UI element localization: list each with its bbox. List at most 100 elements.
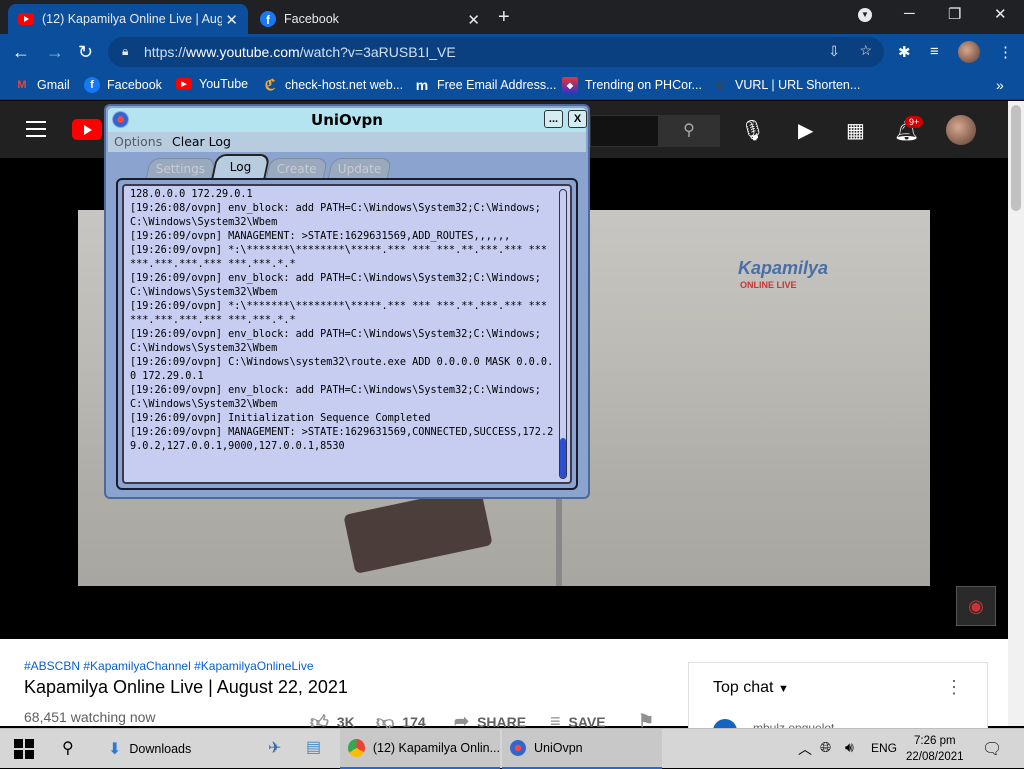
log-panel: 128.0.0.0 172.29.0.1 [19:26:08/ovpn] env… <box>116 178 578 490</box>
chevron-down-icon: ▼ <box>777 683 789 695</box>
log-scrollbar[interactable] <box>559 189 567 479</box>
url-scheme: https:// <box>144 44 187 60</box>
tab-title: (12) Kapamilya Online Live | Augu <box>42 12 222 26</box>
bookmark-gmail[interactable]: M Gmail <box>14 77 69 93</box>
uniovpn-tabs: Settings Log Create Update <box>108 152 586 178</box>
chat-mode-dropdown[interactable]: Top chat ▼ <box>713 679 789 697</box>
live-chat: Top chat ▼ ⋮ mbulz enquelot <box>688 662 988 743</box>
bookmark-youtube[interactable]: ▶ YouTube <box>176 77 248 91</box>
install-icon[interactable]: ⇩ <box>828 43 840 60</box>
tab-log[interactable]: Log <box>211 154 271 178</box>
video-scene-flag <box>343 486 493 574</box>
hashtags[interactable]: #ABSCBN #KapamilyaChannel #KapamilyaOnli… <box>24 659 314 673</box>
volume-icon[interactable]: 🔊︎ <box>845 739 854 756</box>
extensions-icon[interactable]: ✱ <box>898 43 911 61</box>
browser-toolbar: ← → ↻ 🔒︎ https://www.youtube.com/watch?v… <box>0 34 1024 70</box>
chevron-up-icon[interactable]: ︿ <box>798 739 812 759</box>
bookmarks-overflow[interactable]: » <box>996 77 1004 93</box>
check-host-icon: ℭ <box>264 77 276 94</box>
window-title: UniOvpn <box>311 111 383 129</box>
video-title: Kapamilya Online Live | August 22, 2021 <box>24 677 348 697</box>
video-watermark-sub: ONLINE LIVE <box>740 280 797 290</box>
taskbar-uniovpn[interactable]: UniOvpn <box>502 729 662 769</box>
clock[interactable]: 7:26 pm 22/08/2021 <box>906 733 964 765</box>
tab-title: Facebook <box>284 12 339 26</box>
forward-icon[interactable]: → <box>46 42 64 63</box>
minimize-icon[interactable]: ─ <box>904 5 915 22</box>
log-text: 128.0.0.0 172.29.0.1 [19:26:08/ovpn] env… <box>130 189 554 452</box>
folder-download-icon: ⬇ <box>108 741 122 758</box>
browser-tab-strip: (12) Kapamilya Online Live | Augu ✕ f Fa… <box>0 0 1024 34</box>
bookmark-phcorner[interactable]: ◆ Trending on PHCor... <box>562 77 702 93</box>
bookmark-facebook[interactable]: f Facebook <box>84 77 162 93</box>
bookmarks-bar: M Gmail f Facebook ▶ YouTube ℭcheck-host.ne… <box>0 70 1024 100</box>
taskbar: ⚲ ⬇ Downloads ✈ ▤ (12) Kapamilya Onlin...… <box>0 728 1024 769</box>
url-host: www.youtube.com <box>186 44 300 60</box>
video-watermark: Kapamilya <box>738 258 829 278</box>
lock-icon[interactable]: 🔒︎ <box>122 44 128 59</box>
new-tab-button[interactable]: + <box>498 6 510 29</box>
profile-avatar[interactable] <box>958 41 980 63</box>
taskbar-chrome[interactable]: (12) Kapamilya Onlin... <box>340 729 500 769</box>
menu-kebab-icon[interactable]: ⋮ <box>998 43 1013 61</box>
watching-count: 68,451 watching now <box>24 709 156 725</box>
clock-time: 7:26 pm <box>914 735 956 747</box>
pinned-app-icon[interactable]: ✈ <box>268 738 281 758</box>
tab-search-icon[interactable]: ▼ <box>858 8 872 22</box>
hamburger-menu-icon[interactable] <box>26 121 46 142</box>
close-window-icon[interactable]: ✕ <box>994 5 1007 23</box>
tab-facebook[interactable]: f Facebook ✕ <box>250 4 490 34</box>
facebook-icon: f <box>260 11 276 27</box>
bookmark-star-icon[interactable]: ☆ <box>859 42 872 59</box>
video-scene-pole <box>556 490 562 586</box>
menu-options[interactable]: Options <box>114 134 162 149</box>
log-view[interactable]: 128.0.0.0 172.29.0.1 [19:26:08/ovpn] env… <box>122 184 572 484</box>
tab-create[interactable]: Create <box>265 158 329 178</box>
scrollbar-thumb[interactable] <box>1011 105 1021 211</box>
menu-clear-log[interactable]: Clear Log <box>172 134 231 149</box>
youtube-logo[interactable] <box>72 119 102 140</box>
uniovpn-icon <box>510 740 526 756</box>
youtube-icon <box>18 13 34 25</box>
back-icon[interactable]: ← <box>12 42 30 63</box>
uniovpn-menu-bar: Options Clear Log <box>108 132 586 152</box>
windows-start-icon[interactable] <box>14 739 34 759</box>
language-indicator[interactable]: ENG <box>871 741 897 755</box>
bookmark-free-email[interactable]: m Free Email Address... <box>414 77 557 93</box>
mail-icon: m <box>415 77 429 93</box>
video-info: #ABSCBN #KapamilyaChannel #KapamilyaOnli… <box>0 639 1008 743</box>
bookmark-check-host[interactable]: ℭcheck-host.net web... <box>262 77 403 94</box>
action-center-icon[interactable]: 🗨︎ <box>982 739 1002 759</box>
address-bar[interactable]: 🔒︎ https://www.youtube.com/watch?v=3aRUS… <box>108 37 884 67</box>
apps-grid-icon[interactable]: ▦ <box>846 118 865 143</box>
close-tab-icon[interactable]: ✕ <box>467 11 480 29</box>
network-globe-icon[interactable]: 🌐︎ <box>820 739 831 756</box>
abs-cbn-logo-icon: ◉ <box>956 586 996 626</box>
uniovpn-title-bar[interactable]: UniOvpn ... X <box>108 108 587 132</box>
create-video-icon[interactable]: ▶ <box>798 118 813 143</box>
more-options-icon[interactable]: ⋮ <box>945 677 963 698</box>
chrome-icon <box>348 739 365 757</box>
search-icon[interactable]: ⚲ <box>658 115 720 147</box>
search-icon[interactable]: ⚲ <box>62 738 74 758</box>
youtube-icon: ▶ <box>176 78 192 90</box>
minimize-button[interactable]: ... <box>544 110 563 128</box>
bookmark-vurl[interactable]: V VURL | URL Shorten... <box>712 77 861 93</box>
gmail-icon: M <box>17 79 27 91</box>
tab-youtube[interactable]: (12) Kapamilya Online Live | Augu ✕ <box>8 4 248 34</box>
close-button[interactable]: X <box>568 110 587 128</box>
tab-settings[interactable]: Settings <box>145 158 217 178</box>
tab-update[interactable]: Update <box>327 158 393 178</box>
media-control-icon[interactable]: ≡ <box>930 43 939 60</box>
avatar[interactable] <box>946 115 976 145</box>
reload-icon[interactable]: ↻ <box>78 42 93 63</box>
clock-date: 22/08/2021 <box>906 751 964 763</box>
restore-icon[interactable]: ❐ <box>948 5 961 23</box>
pinned-app-icon[interactable]: ▤ <box>306 737 321 757</box>
page-scrollbar[interactable] <box>1008 101 1024 726</box>
taskbar-downloads[interactable]: ⬇ Downloads <box>100 729 250 769</box>
microphone-icon[interactable]: 🎙︎ <box>740 118 765 143</box>
phcorner-icon: ◆ <box>562 77 578 93</box>
close-tab-icon[interactable]: ✕ <box>225 11 238 29</box>
log-scrollbar-thumb[interactable] <box>560 438 566 478</box>
